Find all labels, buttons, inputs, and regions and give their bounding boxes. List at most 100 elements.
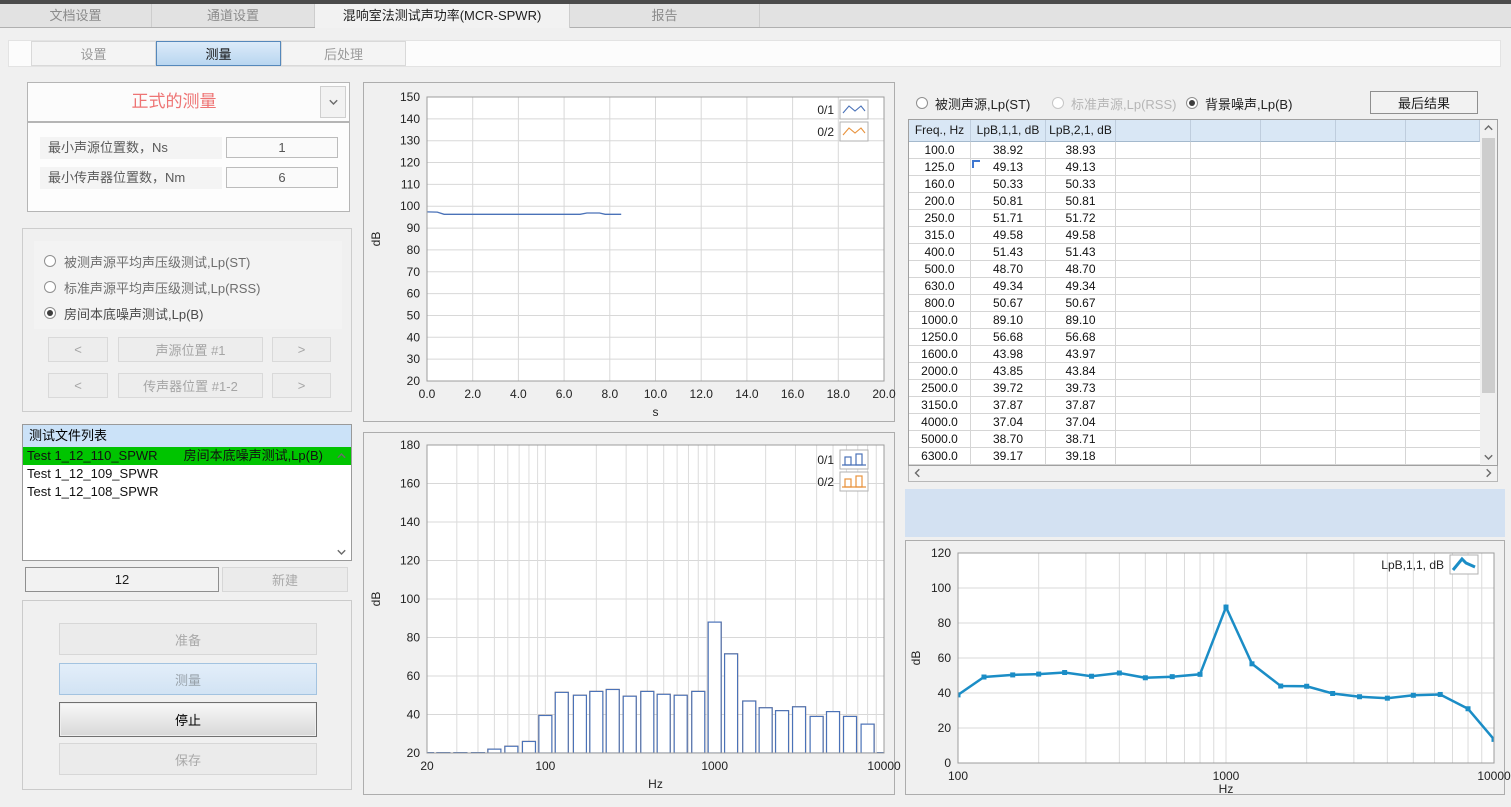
table-cell[interactable]: 38.93: [1046, 142, 1116, 159]
table-cell[interactable]: [1406, 227, 1480, 244]
table-cell[interactable]: [1191, 193, 1261, 210]
table-cell[interactable]: 315.0: [909, 227, 971, 244]
radio-icon[interactable]: [44, 255, 56, 267]
table-cell[interactable]: 50.81: [1046, 193, 1116, 210]
file-list-item[interactable]: Test 1_12_109_SPWR: [23, 465, 351, 483]
table-cell[interactable]: [1191, 227, 1261, 244]
table-cell[interactable]: 2000.0: [909, 363, 971, 380]
table-cell[interactable]: 250.0: [909, 210, 971, 227]
table-cell[interactable]: 800.0: [909, 295, 971, 312]
table-cell[interactable]: 38.92: [971, 142, 1046, 159]
table-cell[interactable]: [1261, 312, 1336, 329]
source-position-prev-button[interactable]: <: [48, 337, 108, 362]
table-cell[interactable]: [1336, 312, 1406, 329]
file-list-item[interactable]: Test 1_12_110_SPWR房间本底噪声测试,Lp(B): [23, 447, 351, 465]
table-cell[interactable]: [1336, 261, 1406, 278]
source-position-next-button[interactable]: >: [272, 337, 331, 362]
table-cell[interactable]: 89.10: [1046, 312, 1116, 329]
view-option-2[interactable]: 背景噪声,Lp(B): [1186, 92, 1292, 114]
table-cell[interactable]: 1000.0: [909, 312, 971, 329]
table-cell[interactable]: [1116, 346, 1191, 363]
test-mode-option-1[interactable]: 标准声源平均声压级测试,Lp(RSS): [44, 277, 260, 297]
test-mode-option-0[interactable]: 被测声源平均声压级测试,Lp(ST): [44, 251, 250, 271]
table-cell[interactable]: [1406, 312, 1480, 329]
table-cell[interactable]: [1336, 329, 1406, 346]
table-cell[interactable]: 50.67: [971, 295, 1046, 312]
table-cell[interactable]: [1261, 193, 1336, 210]
table-cell[interactable]: [1406, 346, 1480, 363]
table-cell[interactable]: [1116, 142, 1191, 159]
stop-button[interactable]: 停止: [59, 702, 317, 737]
table-cell[interactable]: [1336, 142, 1406, 159]
source-position-button[interactable]: 声源位置 #1: [118, 337, 263, 362]
table-cell[interactable]: [1406, 261, 1480, 278]
table-cell[interactable]: 39.18: [1046, 448, 1116, 465]
table-cell[interactable]: 49.58: [1046, 227, 1116, 244]
table-cell[interactable]: [1191, 363, 1261, 380]
table-cell[interactable]: [1261, 380, 1336, 397]
table-cell[interactable]: [1261, 397, 1336, 414]
table-cell[interactable]: 3150.0: [909, 397, 971, 414]
table-cell[interactable]: 51.72: [1046, 210, 1116, 227]
table-cell[interactable]: 43.85: [971, 363, 1046, 380]
table-cell[interactable]: 2500.0: [909, 380, 971, 397]
table-cell[interactable]: 37.04: [1046, 414, 1116, 431]
subtab-postprocess[interactable]: 后处理: [281, 41, 406, 66]
table-cell[interactable]: [1116, 193, 1191, 210]
mic-position-next-button[interactable]: >: [272, 373, 331, 398]
table-cell[interactable]: 38.71: [1046, 431, 1116, 448]
table-cell[interactable]: [1406, 176, 1480, 193]
table-cell[interactable]: 49.13: [971, 159, 1046, 176]
table-cell[interactable]: [1406, 448, 1480, 465]
radio-icon[interactable]: [44, 307, 56, 319]
table-cell[interactable]: [1191, 397, 1261, 414]
radio-icon[interactable]: [916, 97, 928, 109]
chevron-down-icon[interactable]: [320, 86, 346, 118]
table-cell[interactable]: 56.68: [1046, 329, 1116, 346]
table-cell[interactable]: [1406, 159, 1480, 176]
table-cell[interactable]: [1191, 380, 1261, 397]
table-cell[interactable]: [1336, 295, 1406, 312]
mic-position-button[interactable]: 传声器位置 #1-2: [118, 373, 263, 398]
table-cell[interactable]: [1406, 295, 1480, 312]
measurement-mode-dropdown[interactable]: 正式的测量: [27, 82, 350, 122]
table-cell[interactable]: 400.0: [909, 244, 971, 261]
table-cell[interactable]: [1336, 193, 1406, 210]
table-cell[interactable]: 500.0: [909, 261, 971, 278]
table-cell[interactable]: [1336, 448, 1406, 465]
scroll-right-icon[interactable]: [1480, 466, 1497, 480]
table-cell[interactable]: 1600.0: [909, 346, 971, 363]
save-button[interactable]: 保存: [59, 743, 317, 775]
scroll-down-icon[interactable]: [335, 547, 347, 557]
table-cell[interactable]: [1191, 159, 1261, 176]
prepare-button[interactable]: 准备: [59, 623, 317, 655]
table-cell[interactable]: [1261, 329, 1336, 346]
table-cell[interactable]: 160.0: [909, 176, 971, 193]
table-cell[interactable]: [1261, 431, 1336, 448]
table-cell[interactable]: [1261, 210, 1336, 227]
test-counter-button[interactable]: 12: [25, 567, 219, 592]
table-cell[interactable]: 43.97: [1046, 346, 1116, 363]
table-cell[interactable]: [1116, 176, 1191, 193]
last-result-button[interactable]: 最后结果: [1370, 91, 1478, 114]
table-cell[interactable]: 51.43: [1046, 244, 1116, 261]
table-cell[interactable]: [1261, 142, 1336, 159]
table-cell[interactable]: [1406, 278, 1480, 295]
table-cell[interactable]: [1336, 210, 1406, 227]
table-cell[interactable]: 49.13: [1046, 159, 1116, 176]
table-cell[interactable]: 37.04: [971, 414, 1046, 431]
table-cell[interactable]: [1191, 176, 1261, 193]
radio-icon[interactable]: [1186, 97, 1198, 109]
table-cell[interactable]: 89.10: [971, 312, 1046, 329]
table-cell[interactable]: [1191, 210, 1261, 227]
table-cell[interactable]: [1406, 193, 1480, 210]
table-cell[interactable]: 200.0: [909, 193, 971, 210]
radio-icon[interactable]: [44, 281, 56, 293]
table-cell[interactable]: 37.87: [1046, 397, 1116, 414]
table-cell[interactable]: [1406, 380, 1480, 397]
table-cell[interactable]: 43.84: [1046, 363, 1116, 380]
table-cell[interactable]: [1116, 397, 1191, 414]
table-cell[interactable]: [1116, 295, 1191, 312]
table-vertical-scrollbar[interactable]: [1480, 120, 1497, 465]
table-cell[interactable]: [1336, 227, 1406, 244]
